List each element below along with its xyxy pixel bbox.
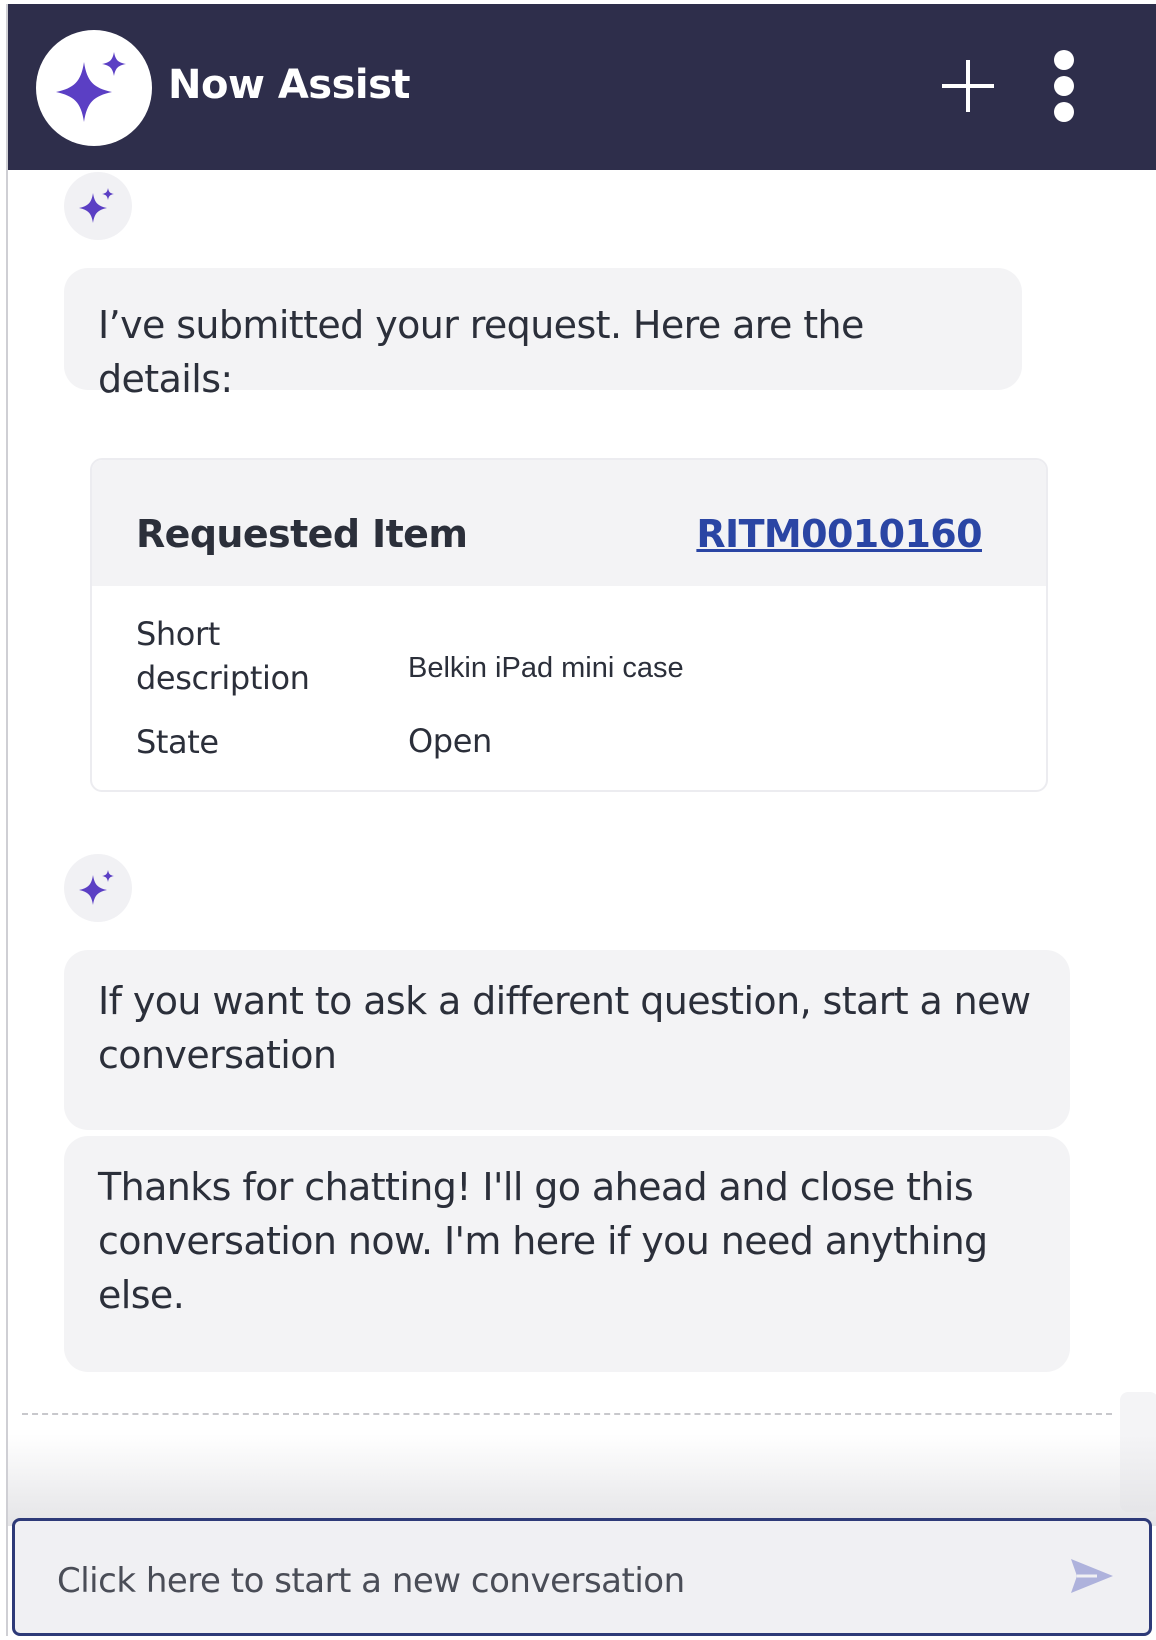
header-title: Now Assist <box>168 62 411 108</box>
send-button[interactable] <box>1067 1551 1117 1601</box>
sparkle-icon <box>79 188 114 223</box>
plus-icon <box>942 60 994 112</box>
conversation-end-divider <box>22 1413 1112 1415</box>
more-options-button[interactable] <box>1044 48 1084 128</box>
assistant-logo <box>36 30 152 146</box>
new-conversation-button[interactable] <box>938 56 998 116</box>
chat-window: Now Assist I’ve submitted your request. … <box>6 4 1156 1636</box>
scroll-fade <box>8 1434 1156 1526</box>
sparkle-icon <box>56 52 126 122</box>
input-placeholder: Click here to start a new conversation <box>57 1561 685 1601</box>
assistant-message: I’ve submitted your request. Here are th… <box>64 268 1022 401</box>
assistant-message: Thanks for chatting! I'll go ahead and c… <box>64 1136 1070 1372</box>
chat-header: Now Assist <box>8 4 1156 170</box>
sparkle-icon <box>79 870 114 905</box>
field-value-state: Open <box>408 722 492 760</box>
requested-item-card: Requested Item RITM0010160 Short descrip… <box>90 458 1048 792</box>
card-header: Requested Item RITM0010160 <box>92 460 1046 586</box>
assistant-avatar <box>64 172 132 240</box>
field-value-short-description: Belkin iPad mini case <box>408 652 684 684</box>
assistant-message: If you want to ask a different question,… <box>64 950 1070 1130</box>
card-title: Requested Item <box>136 512 468 556</box>
field-label-state: State <box>136 723 219 761</box>
more-vertical-icon <box>1054 50 1074 122</box>
field-label-short-description: Short description <box>136 615 310 697</box>
assistant-avatar <box>64 854 132 922</box>
new-conversation-input[interactable]: Click here to start a new conversation <box>12 1518 1152 1636</box>
record-number-link[interactable]: RITM0010160 <box>696 512 982 556</box>
send-icon <box>1071 1559 1113 1593</box>
